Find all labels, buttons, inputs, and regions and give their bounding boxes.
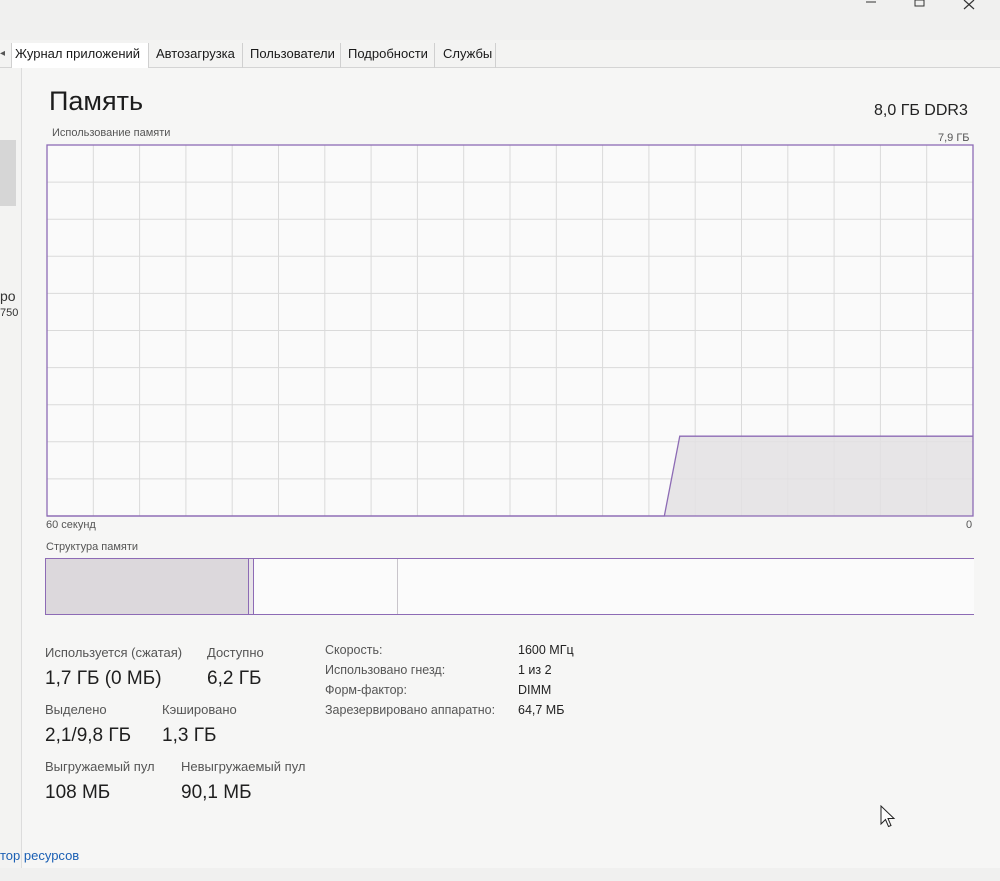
usage-label: Использование памяти (52, 127, 171, 139)
usage-max: 7,9 ГБ (938, 132, 970, 144)
memory-type: 8,0 ГБ DDR3 (874, 102, 968, 119)
paged-pool-label: Выгружаемый пул (45, 759, 155, 774)
tab-users[interactable]: Пользователи (247, 43, 341, 68)
slots-value: 1 из 2 (518, 663, 552, 677)
tab-services[interactable]: Службы (440, 43, 496, 68)
cached-label: Кэшировано (162, 702, 237, 717)
structure-segment-standby[interactable] (254, 559, 398, 614)
axis-right-label: 0 (966, 519, 973, 531)
mouse-cursor-icon (880, 804, 896, 834)
structure-segment-in-use[interactable] (46, 559, 248, 614)
committed-label: Выделено (45, 702, 107, 717)
memory-structure-bar (45, 558, 974, 615)
sidebar-scrollbar[interactable] (0, 140, 16, 206)
nonpaged-pool-value: 90,1 МБ (181, 782, 252, 803)
maximize-icon[interactable] (898, 0, 944, 14)
cached-value: 1,3 ГБ (162, 725, 217, 746)
form-factor-value: DIMM (518, 683, 552, 697)
tab-details[interactable]: Подробности (345, 43, 435, 68)
available-value: 6,2 ГБ (207, 668, 262, 689)
close-icon[interactable] (944, 0, 990, 14)
task-manager-window: ◂ Журнал приложений Автозагрузка Пользов… (0, 0, 1000, 881)
structure-segment-free[interactable] (398, 559, 974, 614)
sidebar-item-label[interactable]: ро (0, 288, 16, 304)
axis-left-label: 60 секунд (46, 519, 96, 531)
memory-usage-chart (46, 144, 974, 517)
page-title: Память (49, 86, 144, 116)
resource-monitor-link[interactable]: тор ресурсов (0, 848, 79, 863)
in-use-value: 1,7 ГБ (0 МБ) (45, 668, 162, 689)
minimize-icon[interactable] (852, 0, 898, 14)
nonpaged-pool-label: Невыгружаемый пул (181, 759, 306, 774)
form-factor-label: Форм-фактор: (325, 683, 407, 697)
tab-app-history[interactable]: Журнал приложений (11, 43, 149, 68)
hardware-reserved-value: 64,7 МБ (518, 703, 565, 717)
committed-value: 2,1/9,8 ГБ (45, 725, 132, 746)
paged-pool-value: 108 МБ (45, 782, 111, 803)
speed-label: Скорость: (325, 643, 383, 657)
sidebar-item-sublabel: 750 (0, 307, 19, 319)
title-bar (0, 0, 1000, 38)
speed-value: 1600 МГц (518, 643, 574, 657)
hardware-reserved-label: Зарезервировано аппаратно: (325, 703, 496, 717)
structure-label: Структура памяти (46, 541, 139, 553)
tab-bar: ◂ Журнал приложений Автозагрузка Пользов… (0, 40, 1000, 68)
available-label: Доступно (207, 645, 264, 660)
slots-label: Использовано гнезд: (325, 663, 446, 677)
in-use-label: Используется (сжатая) (45, 645, 183, 660)
tab-scroll-left-icon[interactable]: ◂ (0, 48, 5, 59)
tab-startup[interactable]: Автозагрузка (153, 43, 243, 68)
